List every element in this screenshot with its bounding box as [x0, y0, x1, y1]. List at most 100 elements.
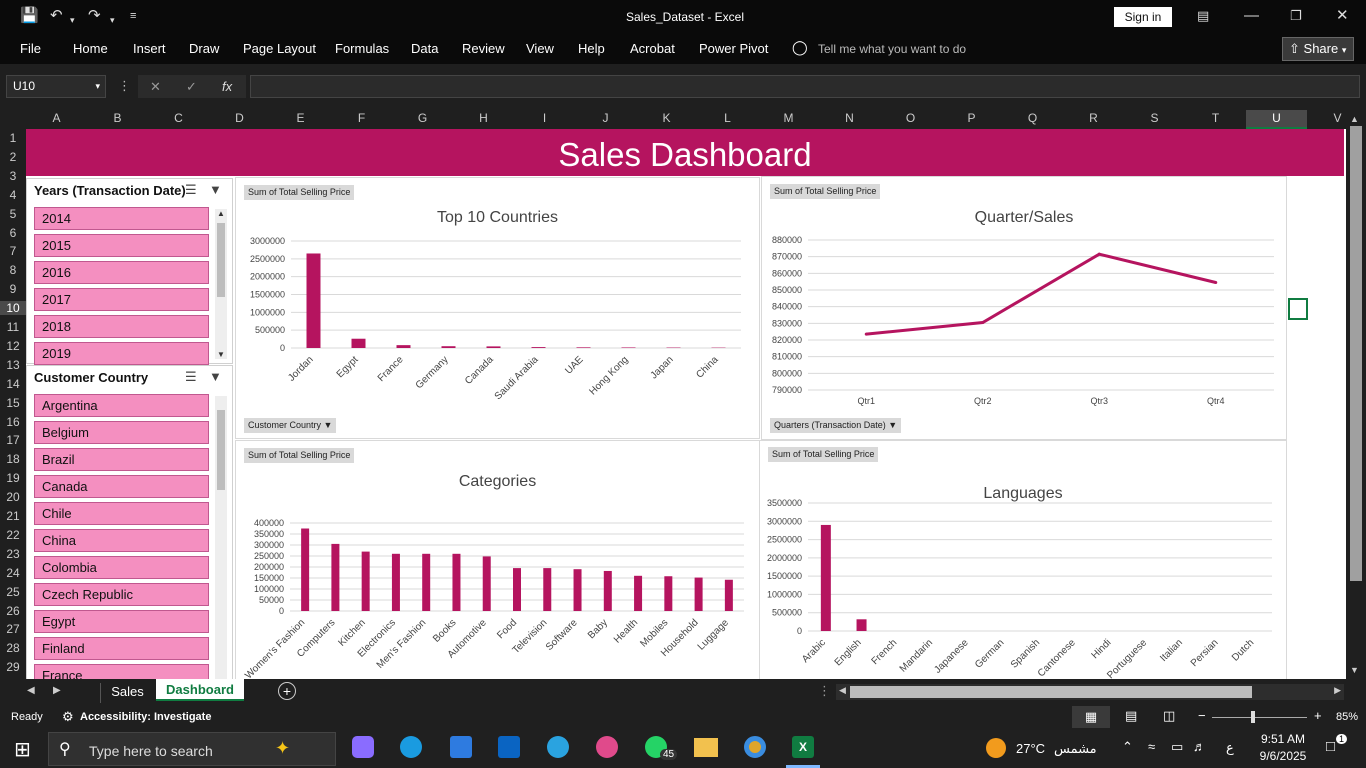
scroll-left-icon[interactable]: ◀	[839, 685, 846, 696]
zoom-in-icon[interactable]: +	[1314, 708, 1322, 723]
weather-temp[interactable]: 27°C	[1016, 741, 1045, 756]
country-slicer-scrollbar[interactable]	[215, 396, 227, 679]
column-header[interactable]: J	[575, 111, 636, 125]
row-header[interactable]: 26	[0, 604, 26, 618]
bar[interactable]	[361, 551, 370, 611]
bar[interactable]	[301, 528, 310, 612]
sheet-tab-sales[interactable]: Sales	[100, 683, 154, 703]
clear-filter-icon[interactable]: ▼	[209, 369, 222, 384]
slicer-item[interactable]: Argentina	[34, 394, 209, 417]
clear-filter-icon[interactable]: ▼	[209, 182, 222, 197]
weather-icon[interactable]	[986, 738, 1006, 758]
volume-icon[interactable]: ♬	[1193, 739, 1206, 754]
column-header[interactable]: K	[636, 111, 697, 125]
row-header[interactable]: 5	[0, 207, 26, 221]
column-header[interactable]: R	[1063, 111, 1124, 125]
scroll-down-icon[interactable]: ▼	[1350, 665, 1359, 675]
share-button[interactable]: ⇧ Share ▾	[1282, 37, 1354, 61]
column-header[interactable]: G	[392, 111, 453, 125]
slicer-item[interactable]: Chile	[34, 502, 209, 525]
photos-icon[interactable]	[596, 736, 618, 758]
quarter-sales-chart[interactable]: Sum of Total Selling Price Quarter/Sales…	[761, 176, 1287, 440]
bar[interactable]	[543, 568, 552, 611]
slicer-item[interactable]: China	[34, 529, 209, 552]
bar[interactable]	[573, 569, 582, 611]
tab-power-pivot[interactable]: Power Pivot	[699, 41, 768, 56]
vertical-scrollbar[interactable]: ▲ ▼	[1346, 110, 1366, 680]
column-header[interactable]: F	[331, 111, 392, 125]
slicer-item[interactable]: 2016	[34, 261, 209, 284]
bar[interactable]	[351, 338, 366, 348]
restore-icon[interactable]: ❐	[1290, 6, 1302, 26]
top-countries-chart[interactable]: Sum of Total Selling Price Top 10 Countr…	[235, 177, 760, 439]
bar[interactable]	[391, 553, 400, 611]
line-point[interactable]	[1097, 252, 1101, 256]
redo-icon[interactable]: ↷	[88, 6, 101, 26]
years-slicer-scrollbar[interactable]: ▲ ▼	[215, 209, 227, 359]
bar[interactable]	[531, 347, 546, 348]
page-break-view-icon[interactable]: ◫	[1163, 708, 1175, 724]
scroll-thumb[interactable]	[1350, 126, 1362, 581]
copilot-icon[interactable]	[352, 736, 374, 758]
clock-time[interactable]: 9:51 AM	[1258, 732, 1308, 746]
column-header[interactable]: H	[453, 111, 514, 125]
accessibility-status[interactable]: Accessibility: Investigate	[80, 711, 211, 723]
file-explorer-icon[interactable]	[694, 738, 718, 757]
column-header[interactable]: D	[209, 111, 270, 125]
telegram-icon[interactable]	[547, 736, 569, 758]
row-header[interactable]: 12	[0, 339, 26, 353]
row-header[interactable]: 3	[0, 169, 26, 183]
row-header[interactable]: 2	[0, 150, 26, 164]
enter-icon[interactable]: ✓	[186, 75, 197, 98]
scroll-right-icon[interactable]: ▶	[1334, 685, 1341, 696]
row-header[interactable]: 21	[0, 509, 26, 523]
row-header[interactable]: 23	[0, 547, 26, 561]
row-header[interactable]: 22	[0, 528, 26, 542]
bar[interactable]	[856, 619, 867, 631]
notification-icon[interactable]: □	[1326, 738, 1335, 755]
redo-dropdown-icon[interactable]: ▾	[110, 10, 115, 30]
row-header[interactable]: 28	[0, 641, 26, 655]
zoom-level[interactable]: 85%	[1336, 711, 1358, 723]
line-point[interactable]	[1214, 281, 1218, 284]
column-header[interactable]: T	[1185, 111, 1246, 125]
row-header[interactable]: 17	[0, 433, 26, 447]
bar[interactable]	[482, 556, 491, 611]
scroll-up-icon[interactable]: ▲	[217, 209, 225, 218]
column-header[interactable]: L	[697, 111, 758, 125]
bar[interactable]	[513, 568, 521, 611]
scroll-down-icon[interactable]: ▼	[217, 350, 225, 359]
series-line[interactable]	[866, 252, 1217, 336]
sign-in-button[interactable]: Sign in	[1114, 7, 1172, 27]
row-header[interactable]: 6	[0, 226, 26, 240]
slicer-item[interactable]: Brazil	[34, 448, 209, 471]
selected-cell[interactable]	[1288, 298, 1308, 320]
slicer-item[interactable]: 2017	[34, 288, 209, 311]
horizontal-scrollbar[interactable]: ◀ ▶	[836, 684, 1344, 700]
tab-view[interactable]: View	[526, 41, 554, 56]
field-button-quarters[interactable]: Quarters (Transaction Date) ▼	[770, 418, 902, 433]
formula-input[interactable]	[250, 75, 1360, 98]
field-button-country[interactable]: Customer Country ▼	[244, 418, 337, 433]
line-point[interactable]	[981, 321, 985, 324]
column-header[interactable]: P	[941, 111, 1002, 125]
line-point[interactable]	[864, 332, 868, 336]
categories-chart[interactable]: Sum of Total Selling Price Categories 05…	[235, 440, 760, 679]
scroll-thumb[interactable]	[217, 223, 225, 297]
tab-review[interactable]: Review	[462, 41, 505, 56]
slicer-item[interactable]: 2014	[34, 207, 209, 230]
bar[interactable]	[452, 553, 461, 611]
battery-icon[interactable]: ▭	[1171, 739, 1183, 755]
undo-dropdown-icon[interactable]: ▾	[70, 10, 75, 30]
row-header[interactable]: 13	[0, 358, 26, 372]
row-header[interactable]: 1	[0, 131, 26, 145]
slicer-item[interactable]: 2019	[34, 342, 209, 365]
tab-acrobat[interactable]: Acrobat	[630, 41, 675, 56]
column-header[interactable]: B	[87, 111, 148, 125]
bar[interactable]	[664, 576, 673, 611]
customize-toolbar-icon[interactable]: ≡	[130, 6, 136, 26]
taskbar-search[interactable]: ⚲ Type here to search ✦	[48, 732, 336, 766]
row-header[interactable]: 15	[0, 396, 26, 410]
tell-me-input[interactable]: Tell me what you want to do	[818, 42, 966, 56]
bar[interactable]	[724, 579, 733, 611]
